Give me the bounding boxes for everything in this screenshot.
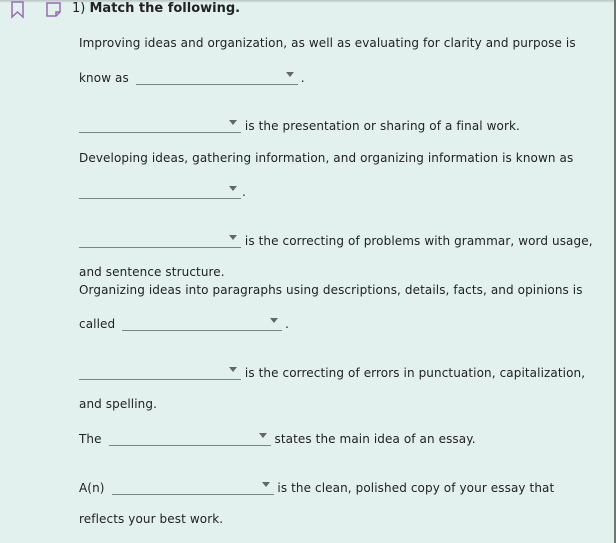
item-8-after: is the clean, polished copy of your essa… — [277, 481, 555, 495]
item-5-after: . — [285, 317, 290, 331]
item-4-dropdown[interactable] — [79, 227, 241, 248]
item-6-continuation: and spelling. — [79, 397, 157, 411]
item-2-after: is the presentation or sharing of a fina… — [244, 119, 520, 133]
item-5-row: called . — [79, 310, 289, 331]
bookmark-icon[interactable] — [10, 1, 26, 22]
item-5-prefix: called — [79, 317, 116, 331]
item-2-row: is the presentation or sharing of a fina… — [79, 112, 520, 133]
chevron-down-icon — [285, 72, 294, 77]
chevron-down-icon — [258, 433, 267, 438]
item-6-dropdown[interactable] — [79, 359, 241, 380]
chevron-down-icon — [270, 318, 279, 323]
chevron-down-icon — [229, 235, 237, 240]
item-4-row: is the correcting of problems with gramm… — [79, 227, 593, 248]
chevron-down-icon — [229, 367, 237, 372]
question-number: 1) — [72, 1, 86, 16]
item-3-row: . — [79, 178, 246, 199]
item-8-continuation: reflects your best work. — [79, 512, 224, 526]
item-4-after: is the correcting of problems with gramm… — [244, 234, 593, 248]
item-7-row: The states the main idea of an essay. — [79, 425, 476, 446]
item-8-dropdown[interactable] — [111, 474, 274, 495]
item-5-dropdown[interactable] — [122, 310, 283, 331]
item-3-after: . — [242, 185, 246, 199]
item-6-after: is the correcting of errors in punctuati… — [244, 366, 586, 380]
question-instruction: Match the following. — [89, 1, 241, 16]
item-1-dropdown[interactable] — [135, 64, 298, 85]
item-1-after: . — [300, 71, 305, 85]
item-2-dropdown[interactable] — [79, 112, 241, 133]
item-8-row: A(n) is the clean, polished copy of your… — [79, 474, 554, 495]
item-5-text: Organizing ideas into paragraphs using d… — [79, 283, 583, 297]
question-title: 1) Match the following. — [72, 1, 240, 16]
note-icon[interactable] — [45, 1, 63, 22]
item-4-continuation: and sentence structure. — [79, 265, 225, 279]
item-3-text: Developing ideas, gathering information,… — [79, 151, 574, 165]
item-7-dropdown[interactable] — [108, 425, 271, 446]
item-8-prefix: A(n) — [79, 481, 105, 495]
item-1-text: Improving ideas and organization, as wel… — [79, 36, 576, 50]
item-7-after: states the main idea of an essay. — [274, 432, 476, 446]
chevron-down-icon — [261, 482, 270, 487]
item-7-prefix: The — [79, 432, 102, 446]
item-1-prefix: know as — [79, 71, 129, 85]
chevron-down-icon — [229, 120, 237, 125]
chevron-down-icon — [229, 186, 237, 191]
item-1-row: know as . — [79, 64, 305, 85]
item-3-dropdown[interactable] — [79, 178, 241, 199]
item-6-row: is the correcting of errors in punctuati… — [79, 359, 585, 380]
